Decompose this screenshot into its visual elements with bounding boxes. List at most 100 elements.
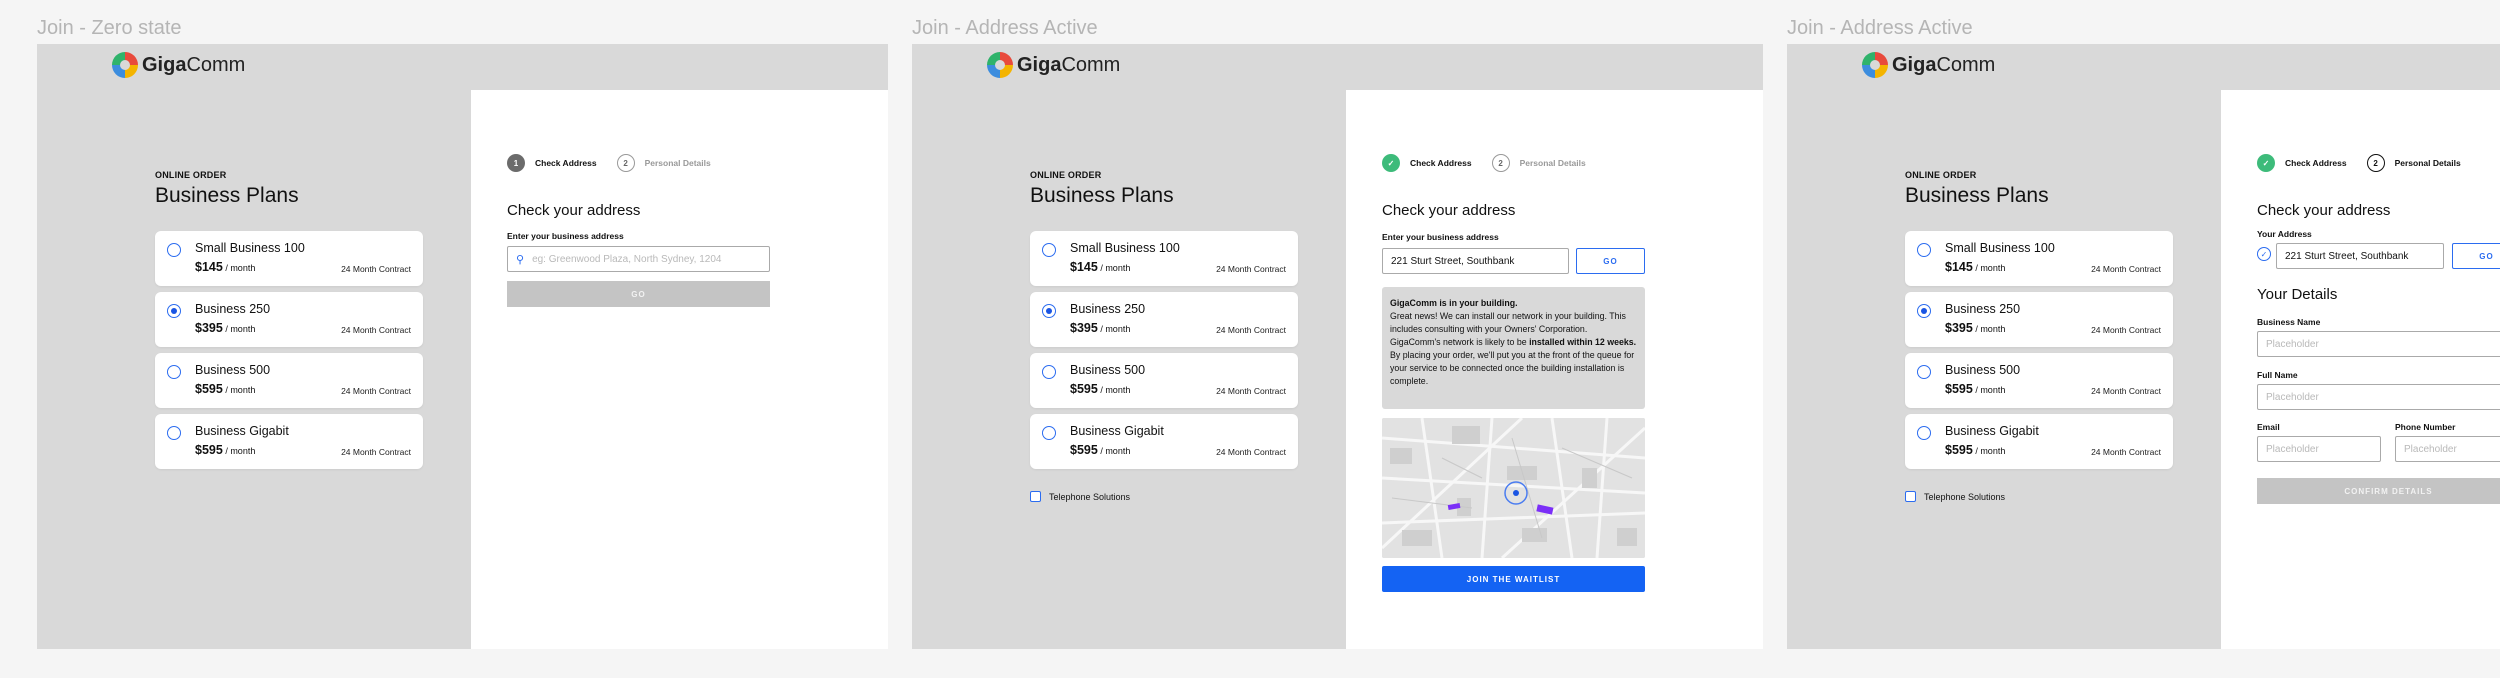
step-check-address: ✓ Check Address — [1382, 154, 1472, 172]
plan-list: Small Business 100 $145 / month 24 Month C… — [155, 231, 423, 475]
brand-icon — [1862, 52, 1888, 78]
brand-name-bold: Giga — [142, 53, 187, 76]
frame-label: Join - Address Active — [1787, 17, 1973, 39]
plan-term: 24 Month Contract — [341, 386, 411, 396]
business-name-input[interactable]: Placeholder — [2257, 331, 2500, 357]
brand-name-light: Comm — [1936, 53, 1996, 76]
radio-button[interactable] — [167, 426, 181, 440]
radio-button[interactable] — [1917, 426, 1931, 440]
brand-name-bold: Giga — [1892, 53, 1937, 76]
plan-price: $595 / month — [1945, 382, 2006, 396]
plan-card[interactable]: Business Gigabit $595 / month 24 Month Con… — [155, 414, 423, 469]
plan-price: $595 / month — [195, 382, 256, 396]
plan-card[interactable]: Business Gigabit $595 / month 24 Month Con… — [1030, 414, 1298, 469]
full-name-label: Full Name — [2257, 370, 2298, 380]
step-number: 1 — [507, 154, 525, 172]
radio-button-selected[interactable] — [1917, 304, 1931, 318]
brand-name-light: Comm — [1061, 53, 1121, 76]
step-personal-details: 2 Personal Details — [2366, 154, 2461, 172]
page-title: Business Plans — [155, 184, 299, 207]
plan-card[interactable]: Business 250 $395 / month 24 Month Contrac… — [155, 292, 423, 347]
brand-icon — [987, 52, 1013, 78]
plan-card[interactable]: Small Business 100 $145 / month 24 Month C… — [1905, 231, 2173, 286]
join-waitlist-button[interactable]: JOIN THE WAITLIST — [1382, 566, 1645, 592]
go-button[interactable]: GO — [2452, 243, 2500, 269]
plan-card[interactable]: Small Business 100 $145 / month 24 Month C… — [1030, 231, 1298, 286]
plan-card[interactable]: Business 500 $595 / month 24 Month Contrac… — [155, 353, 423, 408]
address-search-input[interactable]: ⚲ eg: Greenwood Plaza, North Sydney, 120… — [507, 246, 770, 272]
step-number: 2 — [1491, 154, 1510, 172]
plan-card[interactable]: Business 250 $395 / month 24 Month Contrac… — [1030, 292, 1298, 347]
plan-list: Small Business 100 $145 / month 24 Month C… — [1030, 231, 1298, 475]
radio-button[interactable] — [1917, 365, 1931, 379]
plans-panel: GigaComm ONLINE ORDER Business Plans Sma… — [1787, 44, 2221, 649]
telephone-solutions-option[interactable]: Telephone Solutions — [1905, 491, 2005, 502]
step-personal-details: 2 Personal Details — [1491, 154, 1586, 172]
map-image — [1382, 418, 1645, 558]
go-button[interactable]: GO — [507, 281, 770, 307]
plan-term: 24 Month Contract — [2091, 447, 2161, 457]
confirm-details-button[interactable]: CONFIRM DETAILS — [2257, 478, 2500, 504]
radio-button-selected[interactable] — [1042, 304, 1056, 318]
plan-name: Business Gigabit — [195, 424, 289, 438]
plan-card[interactable]: Business 500 $595 / month 24 Month Contrac… — [1030, 353, 1298, 408]
plan-price: $395 / month — [1945, 321, 2006, 335]
stepper: ✓ Check Address 2 Personal Details — [2257, 154, 2481, 172]
plan-card[interactable]: Small Business 100 $145 / month 24 Month C… — [155, 231, 423, 286]
details-heading: Your Details — [2257, 286, 2338, 303]
eyebrow: ONLINE ORDER — [155, 170, 227, 180]
plan-price: $145 / month — [1070, 260, 1131, 274]
frame-label: Join - Zero state — [37, 17, 182, 39]
plan-card[interactable]: Business Gigabit $595 / month 24 Month Con… — [1905, 414, 2173, 469]
eyebrow: ONLINE ORDER — [1030, 170, 1102, 180]
your-address-label: Your Address — [2257, 229, 2312, 239]
plan-list: Small Business 100 $145 / month 24 Month C… — [1905, 231, 2173, 475]
page-title: Business Plans — [1030, 184, 1174, 207]
full-name-input[interactable]: Placeholder — [2257, 384, 2500, 410]
step-label: Check Address — [2285, 158, 2347, 168]
step-number: 2 — [616, 154, 635, 172]
email-input[interactable]: Placeholder — [2257, 436, 2381, 462]
plan-name: Business 250 — [1945, 302, 2021, 316]
plan-card[interactable]: Business 500 $595 / month 24 Month Contrac… — [1905, 353, 2173, 408]
radio-button[interactable] — [167, 365, 181, 379]
plan-name: Small Business 100 — [1945, 241, 2055, 255]
telephone-solutions-option[interactable]: Telephone Solutions — [1030, 491, 1130, 502]
step-check-address: ✓ Check Address — [2257, 154, 2347, 172]
plan-price: $595 / month — [1070, 443, 1131, 457]
radio-button-selected[interactable] — [167, 304, 181, 318]
phone-input[interactable]: Placeholder — [2395, 436, 2500, 462]
radio-button[interactable] — [1042, 243, 1056, 257]
location-map[interactable] — [1382, 418, 1645, 558]
step-check-address: 1 Check Address — [507, 154, 597, 172]
check-icon: ✓ — [2257, 154, 2275, 172]
step-number: 2 — [2366, 154, 2385, 172]
radio-button[interactable] — [1042, 365, 1056, 379]
address-field-label: Enter your business address — [507, 231, 624, 241]
step-label: Check Address — [1410, 158, 1472, 168]
plan-name: Business Gigabit — [1945, 424, 2039, 438]
plan-term: 24 Month Contract — [1216, 325, 1286, 335]
radio-button[interactable] — [167, 243, 181, 257]
availability-notice: GigaComm is in your building. Great news… — [1382, 287, 1645, 409]
checkbox-label: Telephone Solutions — [1924, 491, 2006, 502]
checkbox[interactable] — [1030, 491, 1041, 502]
plans-panel: GigaComm ONLINE ORDER Business Plans Sma… — [912, 44, 1346, 649]
radio-button[interactable] — [1042, 426, 1056, 440]
plan-name: Business 500 — [195, 363, 271, 377]
frame-address-active: GigaComm ONLINE ORDER Business Plans Sma… — [912, 44, 1763, 649]
checkbox[interactable] — [1905, 491, 1916, 502]
plan-price: $145 / month — [195, 260, 256, 274]
section-heading: Check your address — [507, 202, 641, 219]
logo: GigaComm — [987, 52, 1120, 78]
plans-panel: GigaComm ONLINE ORDER Business Plans Sma… — [37, 44, 471, 649]
address-input[interactable]: 221 Sturt Street, Southbank — [2276, 243, 2444, 269]
plan-term: 24 Month Contract — [341, 447, 411, 457]
logo: GigaComm — [1862, 52, 1995, 78]
plan-price: $395 / month — [195, 321, 256, 335]
radio-button[interactable] — [1917, 243, 1931, 257]
plan-card[interactable]: Business 250 $395 / month 24 Month Contrac… — [1905, 292, 2173, 347]
address-input[interactable]: 221 Sturt Street, Southbank — [1382, 248, 1569, 274]
go-button[interactable]: GO — [1576, 248, 1645, 274]
plan-name: Small Business 100 — [1070, 241, 1180, 255]
